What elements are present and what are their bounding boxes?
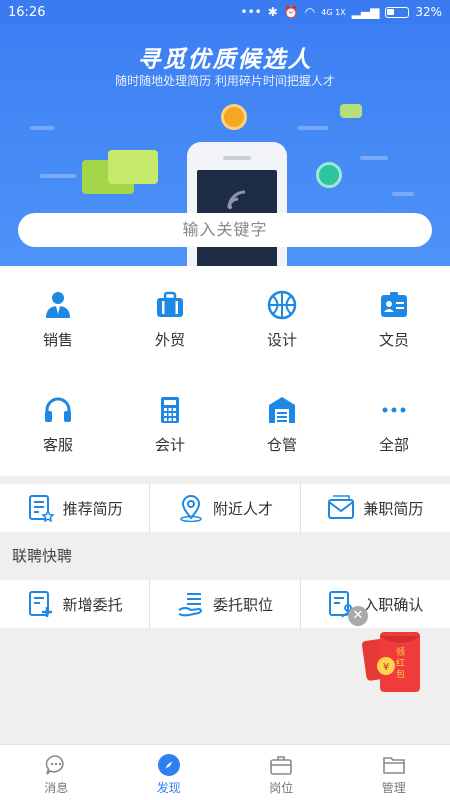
wifi-icon [227,190,246,210]
search-input[interactable]: 输入关键字 [18,213,432,247]
clock: 16:26 [8,4,46,20]
category-service[interactable]: 客服 [2,371,114,476]
lianpin-action-label: 入职确认 [363,595,424,614]
battery-icon [385,6,410,18]
category-trade[interactable]: 外贸 [114,266,226,371]
decor-dash [40,174,76,178]
phone-illustration [187,142,287,266]
briefcase-icon [270,756,293,775]
category-label: 会计 [154,436,185,454]
tab-manage[interactable]: 管理 [338,745,450,800]
red-packet-button[interactable]: ¥ 领红包 [358,628,426,698]
quick-action-label: 推荐简历 [62,499,123,518]
new-commission-button[interactable]: 新增委托 [0,580,151,628]
lianpin-actions-row: 新增委托 委托职位 入职确认 [0,580,450,628]
avatar-icon [316,162,342,188]
svg-text:¥: ¥ [383,662,389,673]
decor-dash [298,126,328,130]
quick-action-label: 附近人才 [212,499,273,518]
chat-bubble-icon [108,150,158,184]
doc-add-icon [28,591,52,617]
lianpin-action-label: 委托职位 [212,595,273,614]
close-red-packet-button[interactable]: ✕ [348,606,368,626]
section-title: 联聘快聘 [0,534,450,578]
person-icon [46,292,70,318]
ball-icon [267,290,297,320]
category-label: 仓管 [266,436,297,454]
status-icons: ••• ✱ ⏰ ◠ 4G 1X ▂▄▆ 32% [241,5,443,19]
category-sales[interactable]: 销售 [2,266,114,371]
more-dots-icon [382,407,406,413]
category-label: 外贸 [154,331,185,349]
calculator-icon [161,397,179,423]
headset-icon [45,397,71,422]
status-bar: 16:26 ••• ✱ ⏰ ◠ 4G 1X ▂▄▆ 32% [0,0,450,24]
commissioned-positions-button[interactable]: 委托职位 [150,580,301,628]
tab-label: 消息 [44,781,69,795]
red-packet-label: 领红包 [396,648,406,680]
decor-dash [360,156,388,160]
battery-level: 32% [415,5,442,19]
lianpin-action-label: 新增委托 [62,595,123,614]
resume-star-icon [28,495,55,522]
part-time-resumes-button[interactable]: 兼职简历 [301,484,450,532]
category-label: 文员 [378,331,409,349]
avatar-icon [221,104,247,130]
category-accounting[interactable]: 会计 [114,371,226,476]
category-label: 全部 [378,436,409,454]
chat-icon [46,755,64,775]
category-label: 客服 [42,436,73,454]
tab-label: 岗位 [269,781,294,795]
wifi-icon: ◠ [304,5,316,19]
chat-bubble-icon [340,104,362,118]
category-warehouse[interactable]: 仓管 [226,371,338,476]
signal-icon: ▂▄▆ [351,5,380,19]
quick-actions-row: 推荐简历 附近人才 兼职简历 [0,484,450,532]
more-dots-icon: ••• [240,5,262,19]
decor-dash [392,192,414,196]
tab-messages[interactable]: 消息 [0,745,113,800]
recommended-resumes-button[interactable]: 推荐简历 [0,484,151,532]
category-label: 销售 [42,331,73,349]
mail-icon [328,495,355,519]
bluetooth-icon: ✱ [267,5,278,19]
location-icon [180,495,202,522]
category-design[interactable]: 设计 [226,266,338,371]
network-label: 4G 1X [321,7,346,17]
briefcase-icon [157,291,183,317]
tab-label: 管理 [381,781,406,795]
red-packet-icon: ¥ [361,632,420,692]
tab-label: 发现 [156,781,181,795]
warehouse-icon [269,397,295,423]
alarm-icon: ⏰ [283,5,299,19]
phone-speaker [223,156,251,160]
category-all[interactable]: 全部 [338,371,450,476]
compass-icon [157,754,180,776]
decor-dash [30,126,54,130]
hand-list-icon [178,593,202,617]
folder-icon [382,757,405,774]
id-card-icon [381,292,407,317]
quick-action-label: 兼职简历 [363,499,424,518]
nearby-talent-button[interactable]: 附近人才 [150,484,301,532]
banner-subtitle: 随时随地处理简历 利用碎片时间把握人才 [115,74,335,88]
bottom-tab-bar: 消息 发现 岗位 管理 [0,744,450,800]
category-clerk[interactable]: 文员 [338,266,450,371]
category-grid: 销售 外贸 设计 文员 客服 会计 仓管 全部 [0,266,450,476]
category-label: 设计 [266,331,297,349]
tab-discover[interactable]: 发现 [113,745,226,800]
banner-title: 寻觅优质候选人 [137,47,313,73]
tab-positions[interactable]: 岗位 [225,745,338,800]
onboarding-confirmation-button[interactable]: 入职确认 [301,580,450,628]
